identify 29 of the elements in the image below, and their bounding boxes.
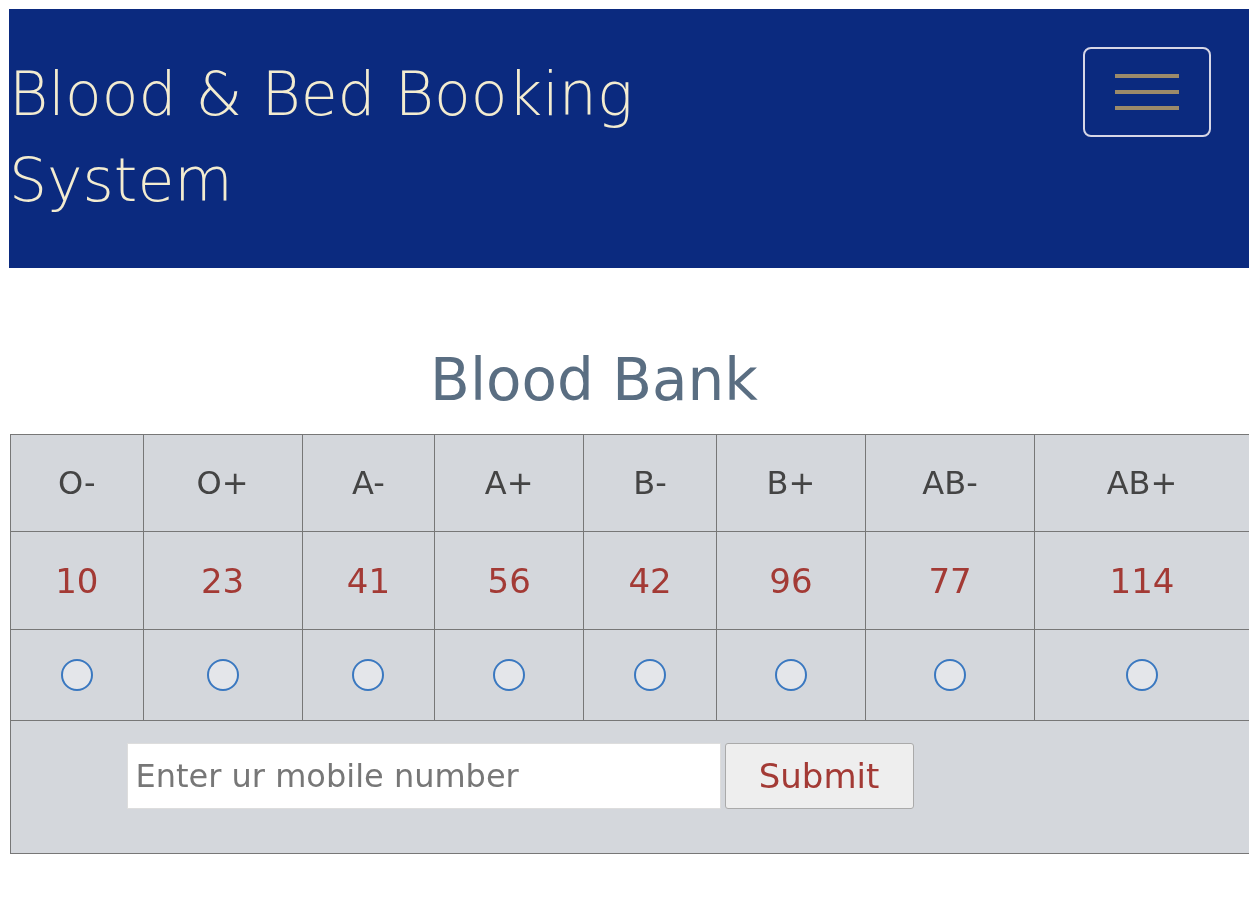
radio-button[interactable] xyxy=(1126,659,1159,691)
table-cell: 56 xyxy=(434,531,584,630)
table-header-cell: B- xyxy=(583,434,717,532)
table-cell: 77 xyxy=(865,531,1035,630)
table-header-cell: AB+ xyxy=(1034,434,1249,532)
radio-button[interactable] xyxy=(493,659,526,691)
radio-button[interactable] xyxy=(206,659,239,691)
table-cell: 96 xyxy=(716,531,866,630)
radio-button[interactable] xyxy=(774,659,807,691)
table-header-cell: AB- xyxy=(865,434,1035,532)
table-cell: 41 xyxy=(302,531,435,630)
menu-icon xyxy=(1115,72,1179,112)
table-cell: 23 xyxy=(143,531,303,630)
table-header-cell: B+ xyxy=(716,434,866,532)
table-header-cell: O- xyxy=(10,434,144,532)
mobile-number-field[interactable]: Enter ur mobile number xyxy=(126,743,721,809)
table-header-cell: A+ xyxy=(434,434,584,532)
table-cell: 10 xyxy=(10,531,144,630)
page-heading: Blood Bank xyxy=(429,345,759,416)
table-header-cell: O+ xyxy=(143,434,303,532)
menu-button[interactable] xyxy=(1083,47,1211,137)
submit-button[interactable]: Submit xyxy=(724,743,914,809)
radio-button[interactable] xyxy=(934,659,967,691)
table-cell: 42 xyxy=(583,531,717,630)
radio-button[interactable] xyxy=(60,659,93,691)
table-header-cell: A- xyxy=(302,434,435,532)
radio-button[interactable] xyxy=(634,659,667,691)
site-title: Blood & Bed Booking System xyxy=(9,58,634,217)
radio-button[interactable] xyxy=(352,659,385,691)
